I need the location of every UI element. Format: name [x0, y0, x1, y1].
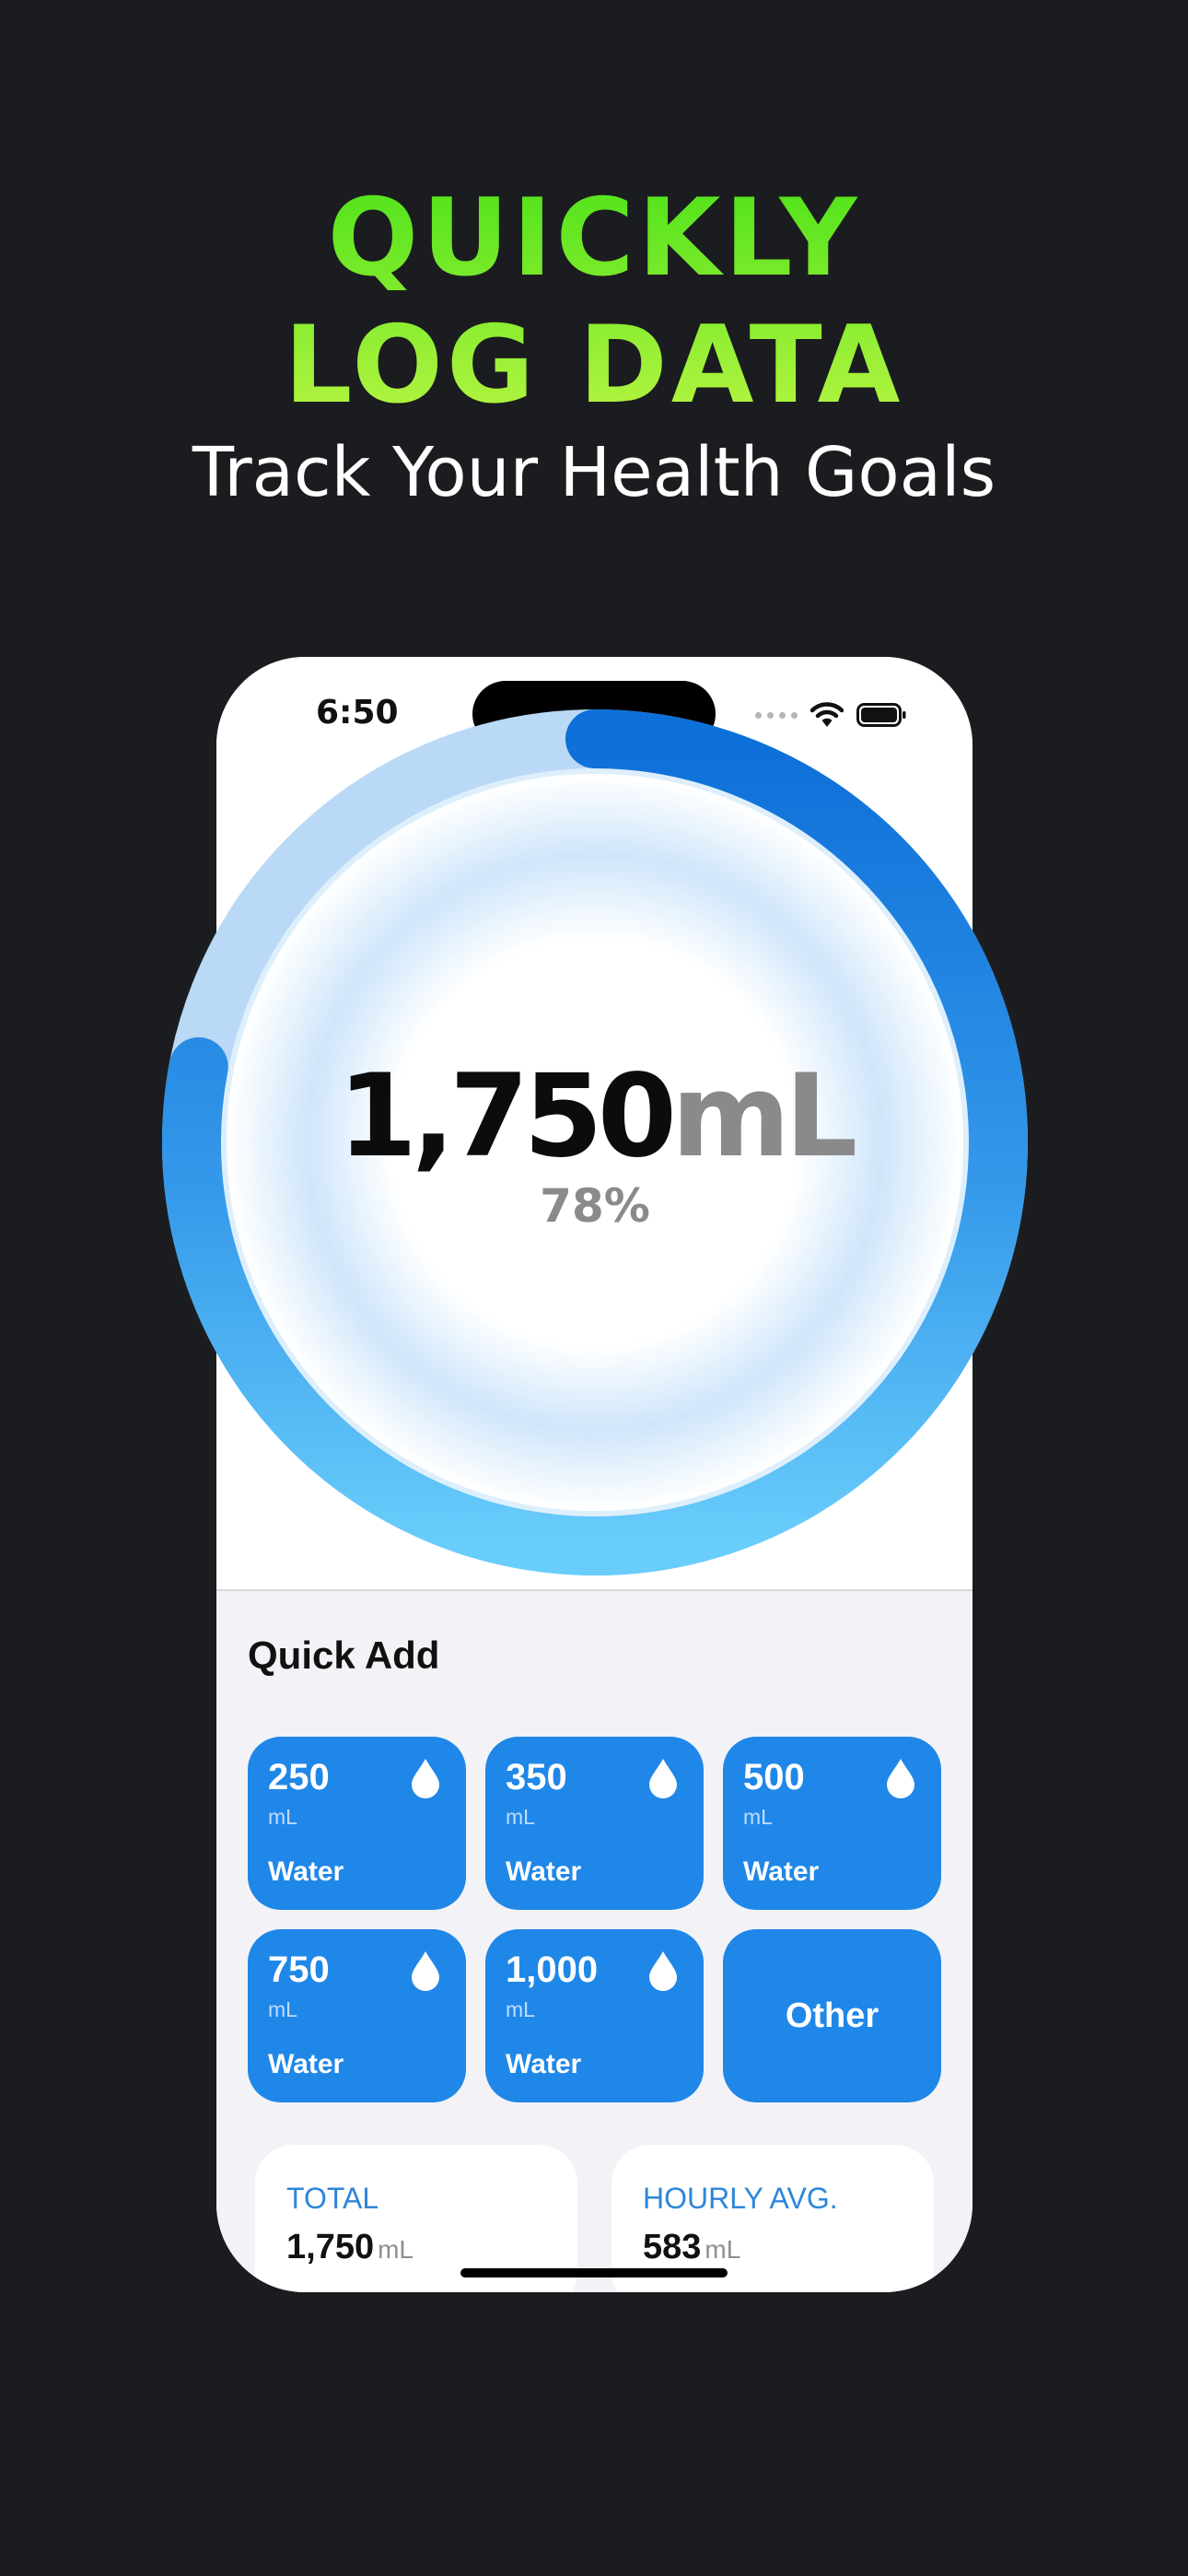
tile-unit: mL	[268, 1805, 297, 1829]
total-value: 1,750	[286, 2228, 375, 2266]
quick-add-750-button[interactable]: 750 mL Water	[248, 1929, 466, 2102]
headline-line-1: QUICKLY	[327, 176, 861, 300]
water-drop-icon	[409, 1757, 442, 1804]
home-indicator	[460, 2268, 728, 2277]
ring-percent: 78%	[540, 1179, 650, 1233]
tile-kind: Water	[268, 1856, 344, 1887]
ring-amount-row: 1,750mL	[162, 1050, 1028, 1183]
headline-subtitle: Track Your Health Goals	[192, 433, 996, 512]
tile-unit: mL	[743, 1805, 773, 1829]
tile-amount: 250	[268, 1757, 330, 1797]
quick-add-500-button[interactable]: 500 mL Water	[723, 1737, 941, 1910]
tile-kind: Water	[743, 1856, 820, 1887]
total-label: TOTAL	[286, 2182, 379, 2215]
other-label: Other	[785, 1996, 879, 2035]
water-drop-icon	[409, 1950, 442, 1996]
tile-amount: 750	[268, 1950, 330, 1990]
hourly-avg-unit: mL	[705, 2235, 741, 2264]
tile-unit: mL	[268, 1997, 297, 2021]
total-unit: mL	[378, 2235, 413, 2264]
water-drop-icon	[884, 1757, 917, 1804]
quick-add-350-button[interactable]: 350 mL Water	[485, 1737, 704, 1910]
quick-add-title: Quick Add	[248, 1633, 440, 1677]
ring-unit: mL	[671, 1050, 857, 1183]
quick-add-other-button[interactable]: Other	[723, 1929, 941, 2102]
water-drop-icon	[646, 1757, 680, 1804]
tile-kind: Water	[268, 2049, 344, 2079]
hourly-avg-value: 583	[643, 2228, 702, 2266]
ring-readout: 1,750mL 78%	[162, 709, 1028, 1575]
quick-add-1000-button[interactable]: 1,000 mL Water	[485, 1929, 704, 2102]
tile-amount: 1,000	[506, 1950, 599, 1990]
quick-add-250-button[interactable]: 250 mL Water	[248, 1737, 466, 1910]
water-drop-icon	[646, 1950, 680, 1996]
ring-amount: 1,750	[337, 1050, 677, 1183]
tile-kind: Water	[506, 1856, 582, 1887]
tile-unit: mL	[506, 1805, 535, 1829]
progress-ring: 1,750mL 78%	[162, 709, 1028, 1575]
hourly-avg-value-row: 583 mL	[643, 2228, 740, 2267]
total-value-row: 1,750 mL	[286, 2228, 413, 2267]
headline-line-2: LOG DATA	[284, 303, 904, 427]
tile-amount: 350	[506, 1757, 567, 1797]
tile-kind: Water	[506, 2049, 582, 2079]
tile-amount: 500	[743, 1757, 805, 1797]
headline: QUICKLY LOG DATA	[0, 175, 1188, 429]
tile-unit: mL	[506, 1997, 535, 2021]
hourly-avg-label: HOURLY AVG.	[643, 2182, 838, 2215]
